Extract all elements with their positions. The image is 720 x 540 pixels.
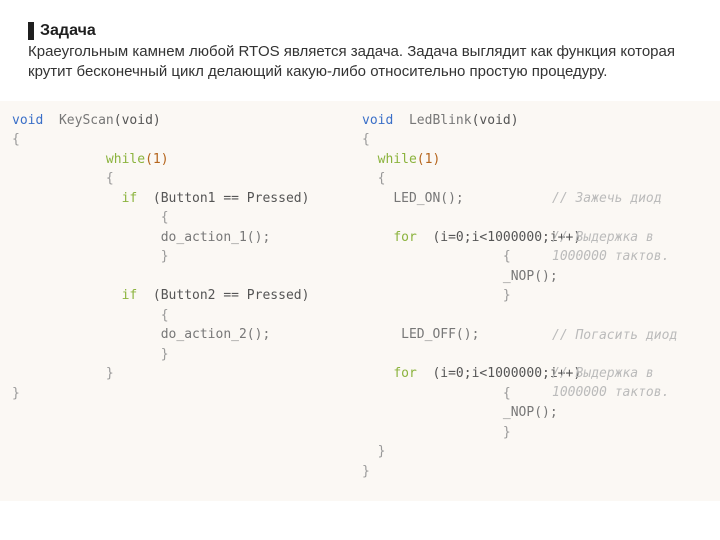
- brace: }: [161, 249, 169, 264]
- code-block: void KeyScan(void) { while(1) { if (Butt…: [0, 101, 720, 501]
- while-arg: (1): [145, 152, 168, 167]
- brace: }: [503, 425, 511, 440]
- brace: }: [378, 444, 386, 459]
- function-name: LedBlink: [409, 113, 472, 128]
- brace: }: [12, 386, 20, 401]
- title-bar-decoration: [28, 22, 34, 40]
- brace: {: [106, 171, 114, 186]
- fn-params: (void): [472, 113, 519, 128]
- function-name: KeyScan: [59, 113, 114, 128]
- brace: }: [503, 288, 511, 303]
- brace: {: [378, 171, 386, 186]
- section-description: Краеугольным камнем любой RTOS является …: [28, 42, 688, 83]
- while-arg: (1): [417, 152, 440, 167]
- brace: {: [503, 386, 511, 401]
- fn-params: (void): [114, 113, 161, 128]
- keyword-if: if: [122, 191, 138, 206]
- comment-led-off: // Погасить диод: [552, 328, 677, 343]
- section-title-row: Задача: [28, 22, 692, 40]
- stmt: do_action_2();: [161, 327, 271, 342]
- brace: }: [106, 366, 114, 381]
- stmt-nop: _NOP();: [503, 269, 558, 284]
- stmt-led-off: LED_OFF();: [401, 327, 479, 342]
- keyword-for: for: [393, 230, 416, 245]
- code-right-column: void LedBlink(void) { while(1) { LED_ON(…: [362, 111, 712, 491]
- comment-delay: // Выдержка в 1000000 тактов.: [552, 366, 669, 401]
- section-title: Задача: [40, 22, 96, 40]
- keyword-void: void: [362, 113, 393, 128]
- brace: }: [362, 464, 370, 479]
- brace: }: [161, 347, 169, 362]
- comment-delay: // Выдержка в 1000000 тактов.: [552, 230, 669, 265]
- brace: {: [161, 308, 169, 323]
- brace: {: [161, 210, 169, 225]
- brace: {: [362, 132, 370, 147]
- brace: {: [12, 132, 20, 147]
- if-cond: (Button2 == Pressed): [153, 288, 310, 303]
- if-cond: (Button1 == Pressed): [153, 191, 310, 206]
- keyword-void: void: [12, 113, 43, 128]
- stmt: do_action_1();: [161, 230, 271, 245]
- stmt-nop: _NOP();: [503, 405, 558, 420]
- keyword-if: if: [122, 288, 138, 303]
- keyword-while: while: [106, 152, 145, 167]
- keyword-for: for: [393, 366, 416, 381]
- brace: {: [503, 249, 511, 264]
- keyword-while: while: [378, 152, 417, 167]
- stmt-led-on: LED_ON();: [393, 191, 463, 206]
- comment-led-on: // Зажечь диод: [552, 191, 662, 206]
- code-left-column: void KeyScan(void) { while(1) { if (Butt…: [12, 111, 362, 491]
